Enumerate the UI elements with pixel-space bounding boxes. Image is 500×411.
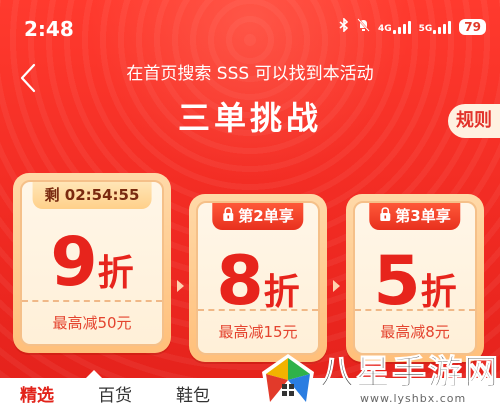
card-inner: 第3单享 5折 最高减8元 [353,201,477,355]
challenge-card-3[interactable]: 第3单享 5折 最高减8元 [346,194,484,362]
page-title: 三单挑战 [177,99,322,137]
tab-xiebao[interactable]: 鞋包 [176,386,210,406]
challenge-card-2[interactable]: 第2单享 8折 最高减15元 [189,194,327,362]
signal-4g-icon: 4G [378,20,411,34]
unlock-tag: 第2单享 [212,203,304,230]
active-tab-notch [86,370,102,378]
watermark-name: 八星手游网 [320,353,500,393]
chevron-right-icon [177,280,184,292]
lock-icon [222,203,234,230]
watermark-logo-icon [262,354,314,406]
discount-value: 9折 [22,228,162,309]
unlock-text: 第2单享 [238,207,294,225]
challenge-card-1[interactable]: 剩 02:54:55 9折 最高减50元 [13,173,171,353]
max-discount-label: 最高减50元 [22,300,162,344]
bluetooth-icon [339,17,349,35]
site-watermark: 八星手游网 www.lyshbx.com [258,346,500,411]
battery-icon: 79 [459,18,486,35]
mute-bell-icon [357,18,370,35]
status-icons: 4G 5G 79 [339,17,486,35]
countdown-tag: 剩 02:54:55 [32,182,152,209]
discount-unit: 折 [420,272,457,313]
net1-label: 4G [377,23,392,34]
card-inner: 第2单享 8折 最高减15元 [196,201,320,355]
signal-5g-icon: 5G [419,20,452,34]
card-inner: 剩 02:54:55 9折 最高减50元 [20,180,164,346]
status-bar: 2:48 4G 5G 79 [0,0,500,44]
discount-number: 9 [50,223,98,302]
tab-jingxuan[interactable]: 精选 [20,386,54,406]
rules-button[interactable]: 规则 [448,104,500,138]
discount-unit: 折 [97,253,134,294]
tab-baihuo[interactable]: 百货 [98,386,132,406]
lock-icon [379,203,391,230]
unlock-tag: 第3单享 [369,203,461,230]
countdown-text: 剩 02:54:55 [44,186,140,204]
discount-unit: 折 [263,272,300,313]
watermark-url: www.lyshbx.com [360,392,467,405]
status-time: 2:48 [24,17,74,41]
net2-label: 5G [418,23,433,34]
search-hint-text: 在首页搜索 SSS 可以找到本活动 [126,64,374,84]
chevron-right-icon [333,280,340,292]
unlock-text: 第3单享 [395,207,451,225]
